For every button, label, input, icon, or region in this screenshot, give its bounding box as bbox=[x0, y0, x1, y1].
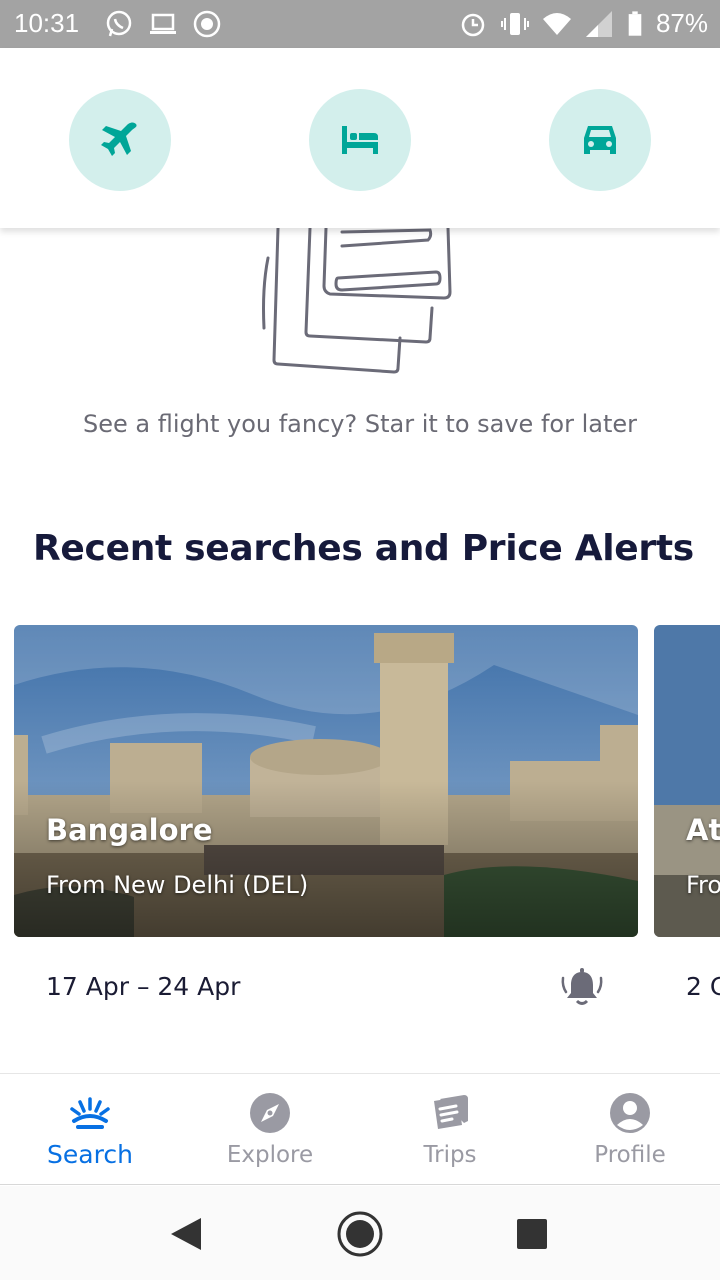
category-bar bbox=[0, 48, 720, 228]
saved-empty-message: See a flight you fancy? Star it to save … bbox=[83, 410, 637, 438]
recents-icon bbox=[517, 1219, 547, 1249]
sunrise-icon bbox=[70, 1097, 110, 1129]
flights-button[interactable] bbox=[69, 89, 171, 191]
signal-icon bbox=[585, 10, 612, 37]
plane-icon bbox=[101, 122, 137, 156]
recents-button[interactable] bbox=[504, 1206, 560, 1262]
status-bar: 10:31 87% bbox=[0, 0, 720, 48]
recent-searches-title: Recent searches and Price Alerts bbox=[33, 528, 694, 569]
home-button[interactable] bbox=[332, 1206, 388, 1262]
nav-trips[interactable]: Trips bbox=[360, 1074, 540, 1186]
card-dates: 2 C bbox=[686, 972, 720, 1001]
compass-icon bbox=[250, 1093, 290, 1133]
card-dates: 17 Apr – 24 Apr bbox=[46, 972, 241, 1001]
card-origin: From New Delhi (DEL) bbox=[46, 871, 309, 899]
battery-percent: 87% bbox=[655, 8, 708, 38]
back-button[interactable] bbox=[158, 1206, 214, 1262]
nav-label: Profile bbox=[594, 1142, 666, 1168]
car-icon bbox=[584, 126, 616, 154]
nav-label: Search bbox=[47, 1140, 133, 1169]
trips-icon bbox=[434, 1095, 468, 1129]
nav-label: Explore bbox=[226, 1142, 314, 1168]
system-nav bbox=[0, 1186, 720, 1280]
card-city: At bbox=[686, 813, 720, 847]
recent-search-card[interactable]: Bangalore From New Delhi (DEL) bbox=[14, 625, 638, 937]
battery-icon bbox=[628, 10, 642, 36]
bell-icon[interactable] bbox=[560, 966, 604, 1010]
alarm-icon bbox=[461, 13, 485, 36]
whatsapp-icon bbox=[106, 10, 132, 37]
nav-explore[interactable]: Explore bbox=[180, 1074, 360, 1186]
sync-icon bbox=[193, 10, 221, 38]
nav-label: Trips bbox=[423, 1142, 477, 1168]
cars-button[interactable] bbox=[549, 89, 651, 191]
hotels-button[interactable] bbox=[309, 89, 411, 191]
wifi-icon bbox=[542, 12, 571, 35]
nav-search[interactable]: Search bbox=[0, 1074, 180, 1186]
nav-profile[interactable]: Profile bbox=[540, 1074, 720, 1186]
profile-icon bbox=[610, 1093, 650, 1133]
card-origin: Fro bbox=[686, 871, 720, 899]
bed-icon bbox=[342, 126, 378, 154]
home-icon bbox=[337, 1211, 383, 1257]
vibrate-icon bbox=[500, 12, 529, 35]
saved-flights-illustration bbox=[262, 228, 452, 374]
bottom-nav: Search Explore Trips Profile bbox=[0, 1073, 720, 1185]
status-time: 10:31 bbox=[14, 8, 80, 38]
back-icon bbox=[171, 1218, 201, 1250]
laptop-icon bbox=[150, 13, 176, 34]
card-city: Bangalore bbox=[46, 813, 213, 847]
recent-search-card[interactable]: At Fro bbox=[654, 625, 720, 937]
